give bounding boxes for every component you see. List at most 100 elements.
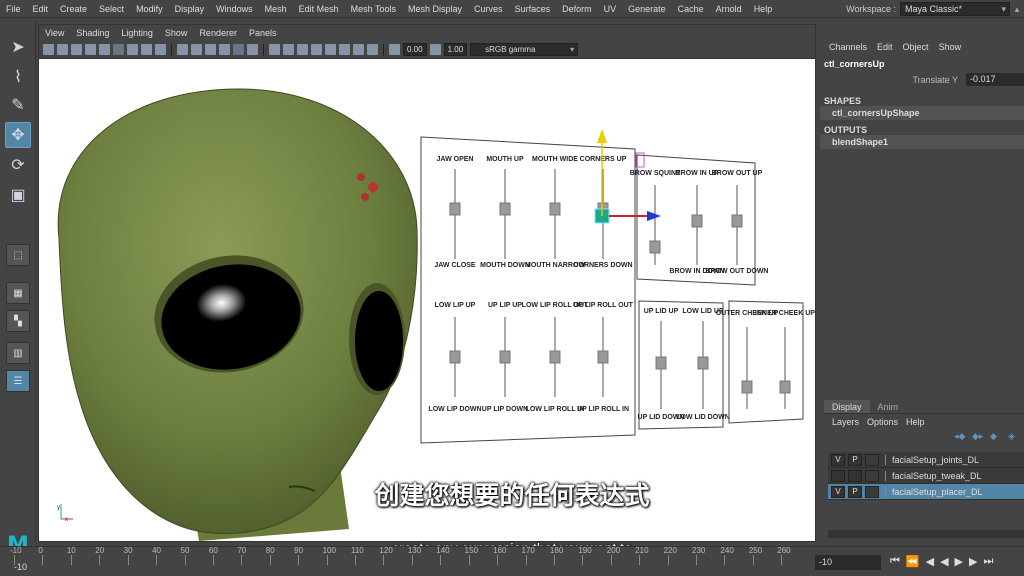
xray-icon[interactable] <box>269 44 280 55</box>
viewport-menu-panels[interactable]: Panels <box>243 25 283 41</box>
bookmark-icon[interactable] <box>71 44 82 55</box>
menu-deform[interactable]: Deform <box>556 0 598 18</box>
gate-mask-icon[interactable] <box>127 44 138 55</box>
menu-edit-mesh[interactable]: Edit Mesh <box>293 0 345 18</box>
menu-modify[interactable]: Modify <box>130 0 169 18</box>
viewport-menu-lighting[interactable]: Lighting <box>115 25 159 41</box>
move-tool-icon[interactable]: ✥ <box>5 122 31 148</box>
scene-view[interactable]: x y JAW OPEN JAW CLOSE MOUTH UP MOUTH DOWN M… <box>39 59 815 541</box>
viewport-panel[interactable]: View Shading Lighting Show Renderer Panels <box>38 24 816 542</box>
move-layer-down-icon[interactable]: ◆▸ <box>972 431 984 441</box>
play-forward-icon[interactable]: ▶ <box>955 555 963 568</box>
slider-knob[interactable] <box>649 240 661 254</box>
slider-knob[interactable] <box>499 350 511 364</box>
menu-surfaces[interactable]: Surfaces <box>509 0 557 18</box>
layout-persp-icon[interactable]: ▦ <box>6 282 30 304</box>
isolate-icon[interactable] <box>311 44 322 55</box>
new-layer-selected-icon[interactable]: ◈ <box>1008 431 1020 441</box>
layer-row[interactable]: facialSetup_tweak_DL <box>828 468 1024 484</box>
film-gate-icon[interactable] <box>99 44 110 55</box>
step-back-frame-icon[interactable]: ◀ <box>926 555 934 568</box>
xray-joints-icon[interactable] <box>283 44 294 55</box>
layer-menu-options[interactable]: Options <box>863 417 902 427</box>
channel-menu-show[interactable]: Show <box>934 42 967 52</box>
slider-knob[interactable] <box>449 350 461 364</box>
slider-knob[interactable] <box>499 202 511 216</box>
layer-color-swatch[interactable] <box>865 469 879 482</box>
go-to-start-icon[interactable]: ⏮ <box>890 555 900 568</box>
attribute-value-field[interactable]: -0.017 <box>966 73 1024 86</box>
paint-select-icon[interactable]: ✎ <box>5 92 31 118</box>
layout-four-icon[interactable]: ▚ <box>6 310 30 332</box>
resolution-gate-icon[interactable] <box>113 44 124 55</box>
layer-scrollbar[interactable] <box>828 530 1024 538</box>
lights-icon[interactable] <box>233 44 244 55</box>
scale-tool-icon[interactable]: ▣ <box>5 182 31 208</box>
move-layer-up-icon[interactable]: ◂◆ <box>954 431 966 441</box>
selected-object-name[interactable]: ctl_cornersUp <box>820 56 1024 72</box>
channel-menu-object[interactable]: Object <box>898 42 934 52</box>
menu-select[interactable]: Select <box>93 0 130 18</box>
attribute-row[interactable]: Translate Y -0.017 <box>820 72 1024 87</box>
shadows-icon[interactable] <box>247 44 258 55</box>
menu-uv[interactable]: UV <box>598 0 623 18</box>
visibility-toggle[interactable]: V <box>831 485 845 498</box>
slider-knob[interactable] <box>549 350 561 364</box>
layer-row[interactable]: V PfacialSetup_placer_DL <box>828 484 1024 500</box>
collapse-arrow-icon[interactable]: ▴ <box>1010 4 1024 15</box>
menu-mesh[interactable]: Mesh <box>259 0 293 18</box>
layout-side-icon[interactable]: ▥ <box>6 342 30 364</box>
playback-toggle[interactable]: P <box>848 485 862 498</box>
channel-menu-channels[interactable]: Channels <box>824 42 872 52</box>
exposure-field[interactable]: 0.00 <box>403 43 427 56</box>
menu-mesh-tools[interactable]: Mesh Tools <box>345 0 402 18</box>
layer-color-swatch[interactable] <box>865 485 879 498</box>
slider-knob[interactable] <box>691 214 703 228</box>
menu-cache[interactable]: Cache <box>672 0 710 18</box>
antialias-icon[interactable] <box>353 44 364 55</box>
layer-tab-anim[interactable]: Anim <box>870 400 907 413</box>
menu-edit[interactable]: Edit <box>27 0 55 18</box>
layer-row[interactable]: V PfacialSetup_joints_DL <box>828 452 1024 468</box>
slider-knob[interactable] <box>449 202 461 216</box>
color-space-dropdown[interactable]: sRGB gamma <box>470 43 579 56</box>
slider-knob[interactable] <box>655 356 667 370</box>
layer-color-swatch[interactable] <box>865 453 879 466</box>
safe-action-icon[interactable] <box>155 44 166 55</box>
layer-menu-layers[interactable]: Layers <box>828 417 863 427</box>
slider-knob[interactable] <box>697 356 709 370</box>
select-tool-icon[interactable]: ➤ <box>5 34 31 60</box>
smooth-shade-icon[interactable] <box>205 44 216 55</box>
lock-camera-icon[interactable] <box>57 44 68 55</box>
slider-knob[interactable] <box>597 350 609 364</box>
motion-blur-icon[interactable] <box>339 44 350 55</box>
menu-create[interactable]: Create <box>54 0 93 18</box>
field-chart-icon[interactable] <box>141 44 152 55</box>
layer-menu-help[interactable]: Help <box>902 417 929 427</box>
menu-curves[interactable]: Curves <box>468 0 509 18</box>
lasso-tool-icon[interactable]: ⌇ <box>5 64 31 90</box>
menu-arnold[interactable]: Arnold <box>710 0 748 18</box>
menu-mesh-display[interactable]: Mesh Display <box>402 0 468 18</box>
layout-single-icon[interactable]: ⬚ <box>6 244 30 266</box>
menu-file[interactable]: File <box>0 0 27 18</box>
slider-knob[interactable] <box>731 214 743 228</box>
layer-tab-display[interactable]: Display <box>824 400 870 413</box>
gamma-field[interactable]: 1.00 <box>443 43 468 56</box>
ambient-occlusion-icon[interactable] <box>325 44 336 55</box>
timeline-ruler[interactable]: -10 0 10 20 30 40 50 60 70 80 90 100 110 120 130 140 150… <box>10 546 804 565</box>
slider-knob[interactable] <box>549 202 561 216</box>
playback-toggle[interactable]: P <box>848 453 862 466</box>
step-back-key-icon[interactable]: ⏪ <box>906 555 920 568</box>
step-forward-frame-icon[interactable]: ▶ <box>969 555 977 568</box>
channel-menu-edit[interactable]: Edit <box>872 42 898 52</box>
menu-display[interactable]: Display <box>169 0 211 18</box>
gamma-icon[interactable] <box>429 44 441 55</box>
visibility-toggle[interactable] <box>831 469 845 482</box>
rotate-tool-icon[interactable]: ⟳ <box>5 152 31 178</box>
menu-windows[interactable]: Windows <box>210 0 259 18</box>
grid-icon[interactable] <box>177 44 188 55</box>
go-to-end-icon[interactable]: ⏭ <box>983 555 993 568</box>
current-frame-field[interactable]: -10 <box>815 555 881 570</box>
new-layer-icon[interactable]: ◆ <box>990 431 1002 441</box>
